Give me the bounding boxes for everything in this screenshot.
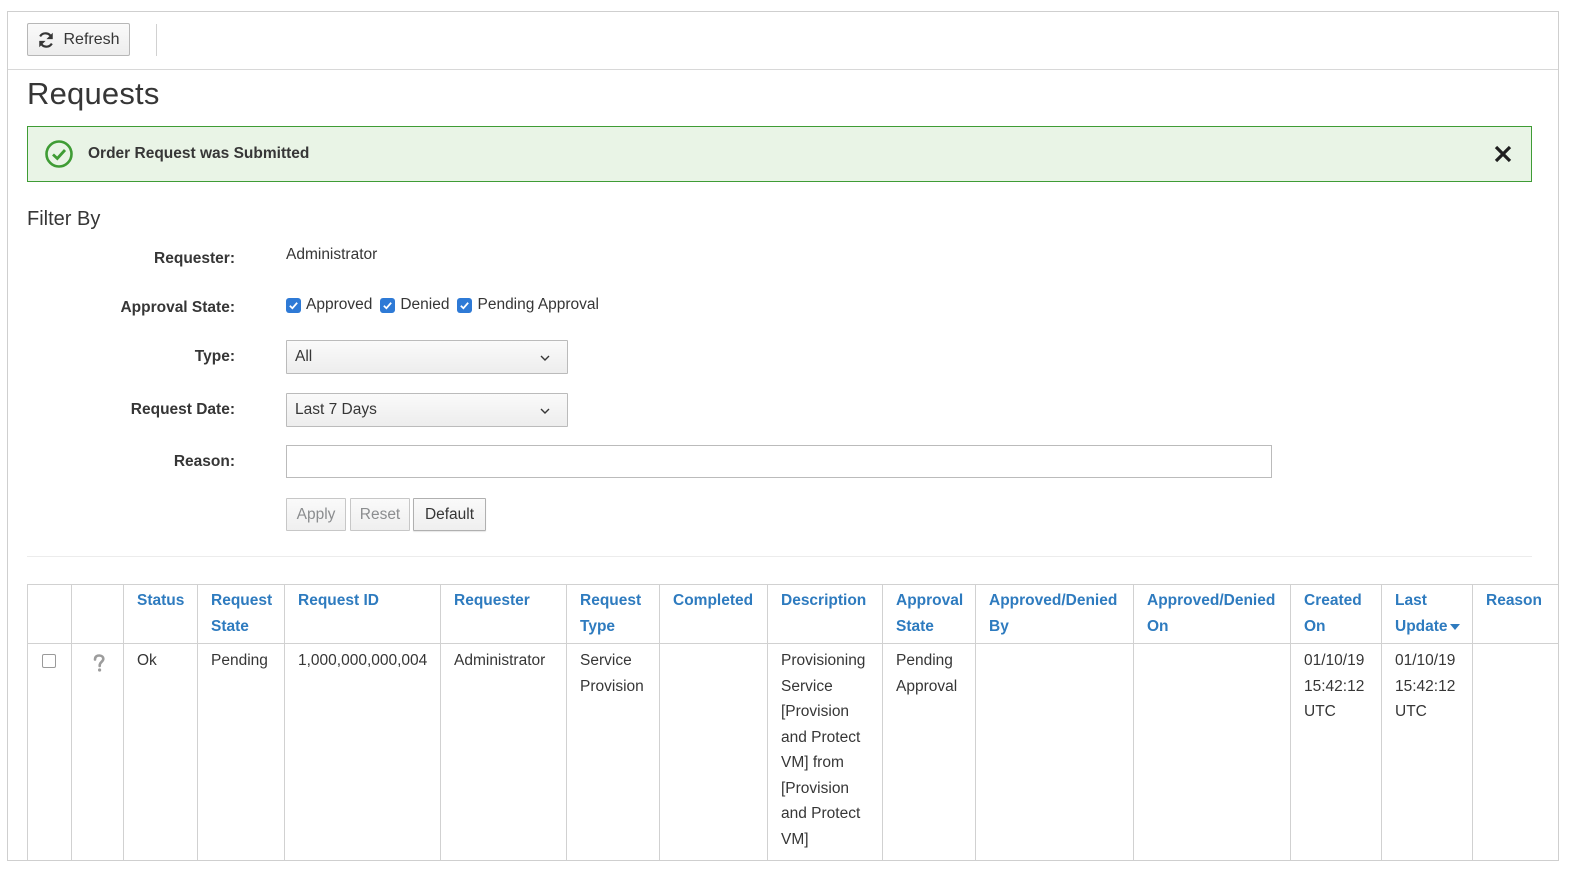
row-select-cell	[27, 643, 72, 860]
default-button[interactable]: Default	[413, 498, 486, 531]
last-update-header-label: Last Update	[1395, 592, 1448, 635]
requester-value: Administrator	[286, 246, 378, 263]
column-header-approved-denied-by[interactable]: Approved/Denied By	[975, 584, 1134, 644]
column-header-select	[27, 584, 72, 644]
cell-request-id: 1,000,000,000,004	[284, 643, 441, 860]
refresh-label: Refresh	[63, 30, 120, 48]
column-header-last-update[interactable]: Last Update	[1381, 584, 1473, 644]
chevron-down-icon	[540, 355, 550, 361]
pending-approval-checkbox-item[interactable]: Pending Approval	[457, 296, 599, 314]
denied-label: Denied	[400, 296, 450, 313]
reason-input[interactable]	[286, 445, 1272, 478]
section-divider	[27, 556, 1532, 557]
cell-description: Provisioning Service [Provision and Prot…	[767, 643, 883, 860]
checkbox-checked-icon[interactable]	[380, 297, 396, 313]
close-icon[interactable]	[1491, 142, 1515, 166]
type-select[interactable]: All	[286, 340, 568, 374]
check-circle-icon	[45, 140, 73, 168]
request-date-select-value: Last 7 Days	[295, 401, 377, 418]
type-label: Type:	[194, 348, 235, 365]
cell-created-on: 01/10/19 15:42:12 UTC	[1290, 643, 1382, 860]
approval-state-checkboxes: Approved Denied Pending Approval	[286, 296, 607, 314]
column-header-approved-denied-on[interactable]: Approved/Denied On	[1133, 584, 1291, 644]
sort-descending-icon	[1449, 623, 1460, 630]
type-select-value: All	[295, 348, 313, 365]
cell-approved-denied-on	[1133, 643, 1291, 860]
alert-message: Order Request was Submitted	[88, 145, 310, 162]
requester-label: Requester:	[154, 250, 235, 267]
column-header-request-type[interactable]: Request Type	[566, 584, 660, 644]
toolbar-separator	[156, 24, 157, 56]
checkbox-checked-icon[interactable]	[457, 297, 473, 313]
approved-label: Approved	[306, 296, 373, 313]
pending-approval-label: Pending Approval	[477, 296, 599, 313]
main-frame: Refresh Requests Order Request was Submi…	[7, 11, 1559, 861]
request-date-label: Request Date:	[130, 401, 235, 418]
column-header-status[interactable]: Status	[123, 584, 198, 644]
approval-state-label: Approval State:	[120, 299, 235, 316]
cell-requester: Administrator	[440, 643, 567, 860]
column-header-completed[interactable]: Completed	[659, 584, 768, 644]
refresh-button[interactable]: Refresh	[27, 23, 130, 56]
cell-status: Ok	[123, 643, 198, 860]
apply-button[interactable]: Apply	[286, 498, 346, 531]
column-header-icon	[71, 584, 124, 644]
filter-title: Filter By	[27, 208, 101, 230]
table-header-row: Status Request State Request ID Requeste…	[27, 584, 1558, 644]
requests-table: Status Request State Request ID Requeste…	[27, 584, 1558, 860]
cell-reason	[1472, 643, 1558, 860]
column-header-requester[interactable]: Requester	[440, 584, 567, 644]
checkbox-checked-icon[interactable]	[286, 297, 301, 313]
column-header-reason[interactable]: Reason	[1472, 584, 1558, 644]
cell-completed	[659, 643, 768, 860]
approved-checkbox-item[interactable]: Approved	[286, 296, 372, 314]
row-checkbox[interactable]	[42, 654, 56, 668]
column-header-request-state[interactable]: Request State	[197, 584, 285, 644]
cell-approved-denied-by	[975, 643, 1134, 860]
denied-checkbox-item[interactable]: Denied	[380, 296, 449, 314]
toolbar: Refresh	[8, 12, 1558, 70]
success-alert: Order Request was Submitted	[27, 126, 1532, 182]
page-title: Requests	[27, 76, 160, 111]
table-row[interactable]: Ok Pending 1,000,000,000,004 Administrat…	[27, 643, 1558, 860]
cell-request-state: Pending	[197, 643, 285, 860]
question-icon	[93, 654, 105, 672]
cell-request-type: Service Provision	[566, 643, 660, 860]
row-icon-cell	[71, 643, 124, 860]
requests-table-wrap: Status Request State Request ID Requeste…	[27, 584, 1558, 860]
reason-label: Reason:	[173, 453, 235, 470]
request-date-select[interactable]: Last 7 Days	[286, 393, 568, 427]
reset-button[interactable]: Reset	[350, 498, 410, 531]
column-header-approval-state[interactable]: Approval State	[882, 584, 976, 644]
column-header-created-on[interactable]: Created On	[1290, 584, 1382, 644]
refresh-icon	[39, 31, 54, 48]
chevron-down-icon	[540, 408, 550, 414]
cell-approval-state: Pending Approval	[882, 643, 976, 860]
cell-last-update: 01/10/19 15:42:12 UTC	[1381, 643, 1473, 860]
column-header-description[interactable]: Description	[767, 584, 883, 644]
column-header-request-id[interactable]: Request ID	[284, 584, 441, 644]
